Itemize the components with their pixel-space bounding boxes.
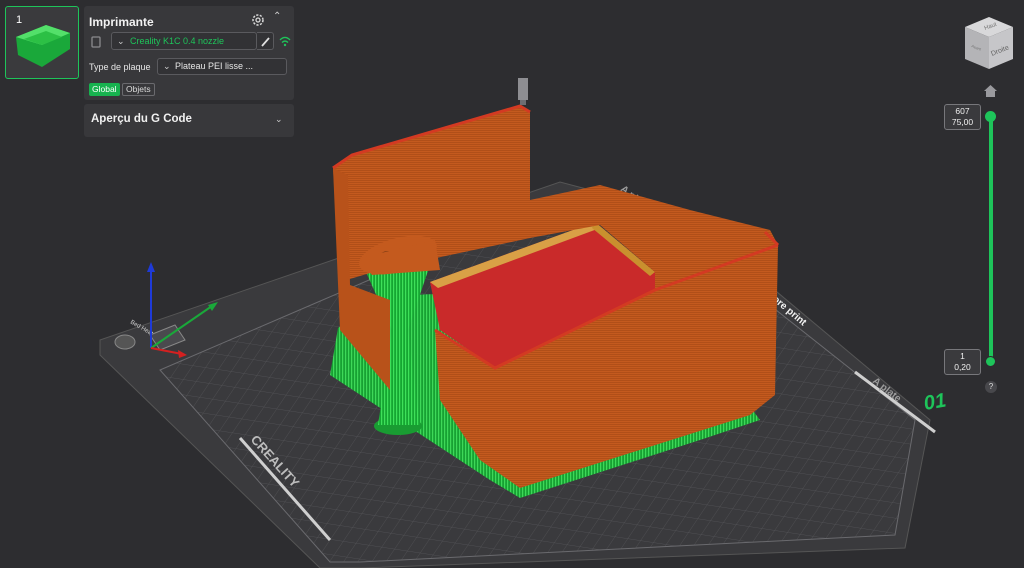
printer-panel: Imprimante ⌃ ⌄ Creality K1C 0.4 nozzle T… [84,6,294,100]
help-button[interactable]: ? [985,381,997,393]
tab-objets[interactable]: Objets [122,83,155,96]
chevron-up-icon[interactable]: ⌃ [273,11,281,22]
layer-slider-bottom-handle[interactable] [985,356,996,367]
printer-name: Creality K1C 0.4 nozzle [130,36,225,46]
bottom-layer-number: 1 [960,351,965,361]
layer-slider-track[interactable] [989,117,993,362]
plate-thumbnail[interactable]: 1 [5,6,79,79]
chevron-down-icon: ⌄ [163,61,171,71]
edit-printer-button[interactable] [257,32,274,50]
plate-preview-image [16,25,70,67]
chevron-down-icon[interactable]: ⌄ [275,114,283,125]
plate-type-label: Type de plaque [89,62,151,72]
bed-plate-number: 01 [922,389,948,415]
bottom-layer-height: 0,20 [954,362,971,372]
gear-icon[interactable] [250,12,266,28]
gcode-preview-panel[interactable]: Aperçu du G Code ⌄ [84,104,294,137]
pencil-icon [261,37,270,47]
top-layer-readout: 607 75,00 [944,104,981,130]
top-layer-number: 607 [955,106,970,116]
printer-select[interactable]: ⌄ Creality K1C 0.4 nozzle [111,32,257,50]
top-layer-height: 75,00 [951,117,974,127]
home-icon[interactable] [983,84,998,98]
chevron-down-icon: ⌄ [117,36,125,46]
bottom-layer-readout: 1 0,20 [944,349,981,375]
tab-global[interactable]: Global [89,83,120,96]
wifi-icon[interactable] [279,36,291,47]
layer-slider-top-handle[interactable] [985,111,996,122]
printer-icon [91,36,101,48]
plate-type-value: Plateau PEI lisse ... [175,61,254,71]
gcode-panel-title: Aperçu du G Code [91,113,192,125]
plate-type-select[interactable]: ⌄ Plateau PEI lisse ... [157,58,287,75]
view-cube[interactable]: Haut Droite Avant [963,15,1015,71]
printer-panel-title: Imprimante [89,15,154,29]
